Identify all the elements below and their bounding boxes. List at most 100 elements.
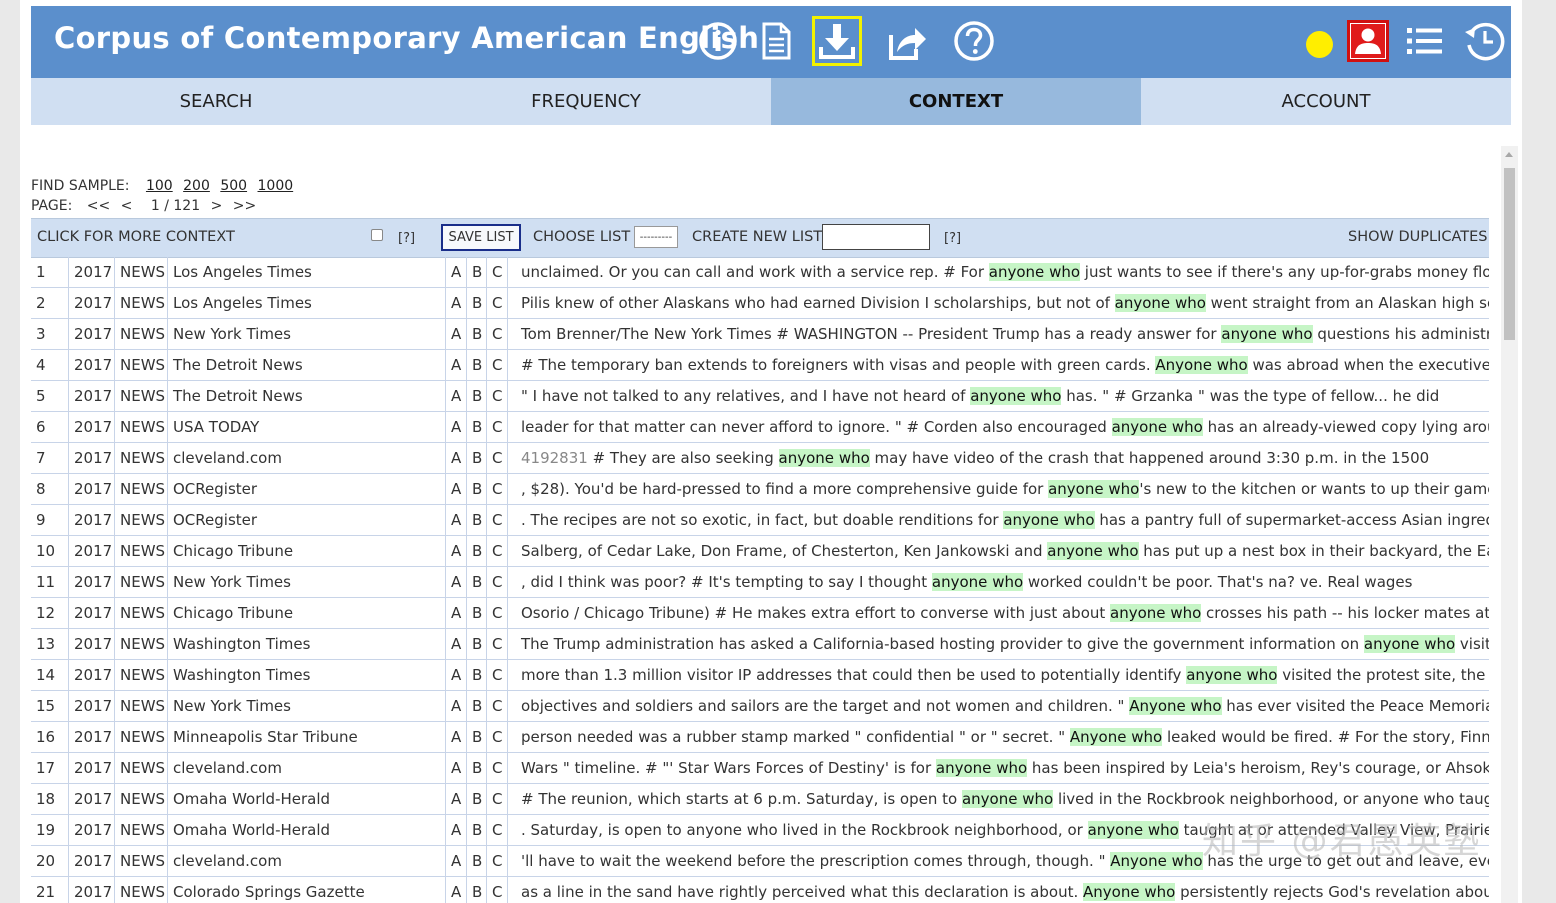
column-c-link[interactable]: C [487, 691, 508, 721]
column-a-link[interactable]: A [446, 443, 467, 473]
keyword-who[interactable]: who [1170, 604, 1202, 622]
keyword-who[interactable]: who [1216, 356, 1248, 374]
column-c-link[interactable]: C [487, 381, 508, 411]
choose-list-select[interactable]: --------- [634, 226, 678, 248]
tab-frequency[interactable]: FREQUENCY [401, 78, 771, 125]
column-c-link[interactable]: C [487, 877, 508, 903]
keyword-who[interactable]: who [1030, 387, 1062, 405]
first-page-button[interactable]: << [87, 198, 110, 214]
kwic-context[interactable]: . The recipes are not so exotic, in fact… [516, 505, 1489, 535]
column-b-link[interactable]: B [467, 350, 487, 380]
keyword-who[interactable]: who [1171, 418, 1203, 436]
column-b-link[interactable]: B [467, 536, 487, 566]
table-row[interactable]: 17 2017 NEWS cleveland.com A B C Wars " timelin… [31, 753, 1489, 784]
next-page-button[interactable]: > [211, 198, 223, 214]
vertical-scrollbar[interactable] [1501, 146, 1518, 903]
keyword-who[interactable]: who [1174, 294, 1206, 312]
help-link-list[interactable]: [?] [944, 231, 961, 246]
column-a-link[interactable]: A [446, 660, 467, 690]
table-row[interactable]: 5 2017 NEWS The Detroit News A B C " I have not… [31, 381, 1489, 412]
help-icon[interactable] [951, 18, 997, 64]
doc-id[interactable]: 4192831 [521, 449, 588, 467]
column-c-link[interactable]: C [487, 784, 508, 814]
keyword-anyone[interactable]: anyone [988, 263, 1045, 281]
kwic-context[interactable]: # The reunion, which starts at 6 p.m. Sa… [516, 784, 1489, 814]
kwic-context[interactable]: " I have not talked to any relatives, an… [516, 381, 1489, 411]
keyword-anyone[interactable]: Anyone [1083, 883, 1140, 901]
column-c-link[interactable]: C [487, 288, 508, 318]
kwic-context[interactable]: leader for that matter can never afford … [516, 412, 1489, 442]
keyword-anyone[interactable]: anyone [1003, 511, 1059, 529]
keyword-anyone[interactable]: anyone [1186, 666, 1242, 684]
column-a-link[interactable]: A [446, 412, 467, 442]
column-b-link[interactable]: B [467, 629, 487, 659]
keyword-who[interactable]: who [1107, 542, 1139, 560]
column-a-link[interactable]: A [446, 691, 467, 721]
column-c-link[interactable]: C [487, 598, 508, 628]
column-b-link[interactable]: B [467, 288, 487, 318]
prev-page-button[interactable]: < [121, 198, 133, 214]
column-b-link[interactable]: B [467, 691, 487, 721]
column-c-link[interactable]: C [487, 443, 508, 473]
column-b-link[interactable]: B [467, 815, 487, 845]
show-duplicates-link[interactable]: SHOW DUPLICATES [1348, 229, 1488, 245]
keyword-who[interactable]: who [1108, 480, 1140, 498]
table-row[interactable]: 21 2017 NEWS Colorado Springs Gazette A B Cas … [31, 877, 1489, 903]
column-b-link[interactable]: B [467, 257, 487, 287]
kwic-context[interactable]: Osorio / Chicago Tribune) # He makes ext… [516, 598, 1489, 628]
keyword-anyone[interactable]: anyone [931, 573, 988, 591]
column-b-link[interactable]: B [467, 505, 487, 535]
table-row[interactable]: 8 2017 NEWS OCRegister A B C , $28). You'd be h… [31, 474, 1489, 505]
table-row[interactable]: 12 2017 NEWS Chicago Tribune A B C Osorio / Chi… [31, 598, 1489, 629]
column-b-link[interactable]: B [467, 598, 487, 628]
column-c-link[interactable]: C [487, 257, 508, 287]
kwic-context[interactable]: person needed was a rubber stamp marked … [516, 722, 1489, 752]
column-c-link[interactable]: C [487, 350, 508, 380]
column-c-link[interactable]: C [487, 629, 508, 659]
column-c-link[interactable]: C [487, 846, 508, 876]
tab-search[interactable]: SEARCH [31, 78, 401, 125]
keyword-anyone[interactable]: Anyone [1069, 728, 1127, 746]
keyword-who[interactable]: who [1049, 263, 1081, 281]
column-a-link[interactable]: A [446, 722, 467, 752]
table-row[interactable]: 3 2017 NEWS New York Times A B C Tom Brenner/Th… [31, 319, 1489, 350]
column-b-link[interactable]: B [467, 784, 487, 814]
kwic-context[interactable]: # The temporary ban extends to foreigner… [516, 350, 1489, 380]
column-c-link[interactable]: C [487, 660, 508, 690]
keyword-anyone[interactable]: anyone [961, 790, 1018, 808]
keyword-who[interactable]: who [1022, 790, 1054, 808]
keyword-who[interactable]: who [1246, 666, 1278, 684]
column-c-link[interactable]: C [487, 567, 508, 597]
kwic-context[interactable]: 4192831 # They are also seeking anyone w… [516, 443, 1489, 473]
keyword-anyone[interactable]: anyone [1110, 604, 1166, 622]
table-row[interactable]: 10 2017 NEWS Chicago Tribune A B C Salberg, of … [31, 536, 1489, 567]
column-a-link[interactable]: A [446, 598, 467, 628]
column-a-link[interactable]: A [446, 784, 467, 814]
column-c-link[interactable]: C [487, 505, 508, 535]
keyword-anyone[interactable]: Anyone [1155, 356, 1212, 374]
keyword-who[interactable]: who [992, 573, 1024, 591]
column-b-link[interactable]: B [467, 877, 487, 903]
kwic-context[interactable]: , did I think was poor? # It's tempting … [516, 567, 1489, 597]
info-icon[interactable] [695, 18, 741, 64]
user-icon[interactable] [1347, 20, 1389, 62]
column-a-link[interactable]: A [446, 257, 467, 287]
external-link-icon[interactable] [884, 18, 930, 64]
keyword-anyone[interactable]: anyone [1111, 418, 1168, 436]
sample-1000-link[interactable]: 1000 [258, 178, 294, 194]
kwic-context[interactable]: The Trump administration has asked a Cal… [516, 629, 1489, 659]
save-list-button[interactable]: SAVE LIST [441, 224, 521, 251]
table-row[interactable]: 11 2017 NEWS New York Times A B C , did I think… [31, 567, 1489, 598]
keyword-who[interactable]: who [1144, 883, 1176, 901]
kwic-context[interactable]: unclaimed. Or you can call and work with… [516, 257, 1489, 287]
column-a-link[interactable]: A [446, 877, 467, 903]
history-icon[interactable] [1461, 18, 1507, 64]
table-row[interactable]: 2 2017 NEWS Los Angeles Times A B C Pilis knew … [31, 288, 1489, 319]
table-row[interactable]: 16 2017 NEWS Minneapolis Star Tribune A B Cper… [31, 722, 1489, 753]
column-a-link[interactable]: A [446, 567, 467, 597]
sample-500-link[interactable]: 500 [220, 178, 247, 194]
kwic-context[interactable]: Tom Brenner/The New York Times # WASHING… [516, 319, 1489, 349]
column-a-link[interactable]: A [446, 381, 467, 411]
keyword-who[interactable]: who [1131, 728, 1163, 746]
kwic-context[interactable]: , $28). You'd be hard-pressed to find a … [516, 474, 1489, 504]
